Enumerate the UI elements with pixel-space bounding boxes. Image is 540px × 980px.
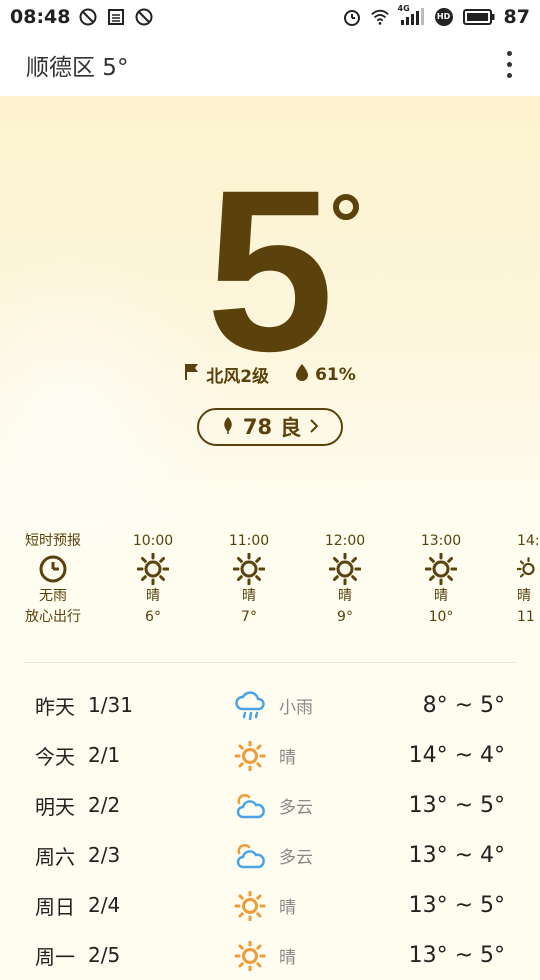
- partly-cloudy-icon: [234, 791, 266, 821]
- more-options-icon[interactable]: [507, 51, 512, 78]
- sun-icon: [201, 552, 297, 586]
- hourly-item: 11:00 晴 7°: [201, 530, 297, 628]
- hourly-forecast[interactable]: 短时预报 无雨 放心出行 10:00 晴 6° 11:00 晴 7° 12:00…: [0, 530, 540, 640]
- daily-row[interactable]: 明天 2/2 多云 13° ~ 5°: [0, 780, 540, 830]
- battery-percent: 87: [503, 5, 530, 28]
- wind-info: 北风2级: [184, 362, 269, 387]
- daily-forecast-list[interactable]: 昨天 1/31 小雨 8° ~ 5° 今天 2/1 晴 14° ~ 4° 明天 …: [0, 680, 540, 980]
- network-type-label: 4G: [397, 3, 410, 13]
- aqi-button[interactable]: 78 良: [197, 408, 343, 446]
- current-weather-panel: 5 北风2级 61% 78 良: [0, 96, 540, 566]
- sun-icon: [234, 890, 266, 922]
- daily-row[interactable]: 周日 2/4 晴 13° ~ 5°: [0, 880, 540, 930]
- sun-icon: [297, 552, 393, 586]
- sun-icon: [234, 740, 266, 772]
- partly-cloudy-icon: [234, 841, 266, 871]
- hourly-item: 13:00 晴 10°: [393, 530, 489, 628]
- block-icon: [78, 7, 98, 27]
- short-term-forecast[interactable]: 短时预报 无雨 放心出行: [5, 530, 101, 628]
- daily-row[interactable]: 周六 2/3 多云 13° ~ 4°: [0, 830, 540, 880]
- hd-label: HD: [436, 12, 451, 21]
- divider: [24, 662, 516, 663]
- alarm-icon: [342, 7, 362, 27]
- battery-icon: [462, 7, 496, 27]
- hourly-item: 10:00 晴 6°: [105, 530, 201, 628]
- wifi-icon: [370, 7, 390, 27]
- humidity-info: 61%: [295, 362, 356, 387]
- sun-icon: [517, 552, 540, 586]
- app-bar: 顺德区 5°: [0, 33, 540, 96]
- sun-icon: [234, 940, 266, 972]
- current-temperature: 5: [206, 142, 334, 399]
- status-bar: 08:48 4G HD 87: [0, 0, 540, 33]
- sun-icon: [393, 552, 489, 586]
- aqi-value: 78: [242, 415, 273, 439]
- clock-time: 08:48: [10, 5, 71, 28]
- hourly-item: 14: 晴 11: [517, 533, 540, 625]
- clock-icon: [5, 552, 101, 586]
- daily-row[interactable]: 周一 2/5 晴 13° ~ 5°: [0, 930, 540, 980]
- flag-icon: [184, 363, 200, 386]
- degree-symbol: [333, 194, 359, 220]
- wind-text: 北风2级: [206, 367, 270, 387]
- leaf-icon: [221, 415, 235, 439]
- signal-icon: 4G: [397, 3, 426, 27]
- droplet-icon: [295, 363, 309, 386]
- aqi-level: 良: [280, 416, 302, 440]
- current-meta: 北风2级 61%: [0, 362, 540, 387]
- daily-row[interactable]: 今天 2/1 晴 14° ~ 4°: [0, 730, 540, 780]
- hd-voice-icon: HD: [434, 7, 454, 27]
- humidity-text: 61%: [315, 364, 356, 385]
- daily-row[interactable]: 昨天 1/31 小雨 8° ~ 5°: [0, 680, 540, 730]
- location-title[interactable]: 顺德区 5°: [26, 48, 128, 82]
- news-icon: [106, 7, 126, 27]
- sun-icon: [105, 552, 201, 586]
- block-icon: [134, 7, 154, 27]
- rain-icon: [234, 691, 266, 721]
- chevron-right-icon: [309, 415, 319, 439]
- hourly-item: 12:00 晴 9°: [297, 530, 393, 628]
